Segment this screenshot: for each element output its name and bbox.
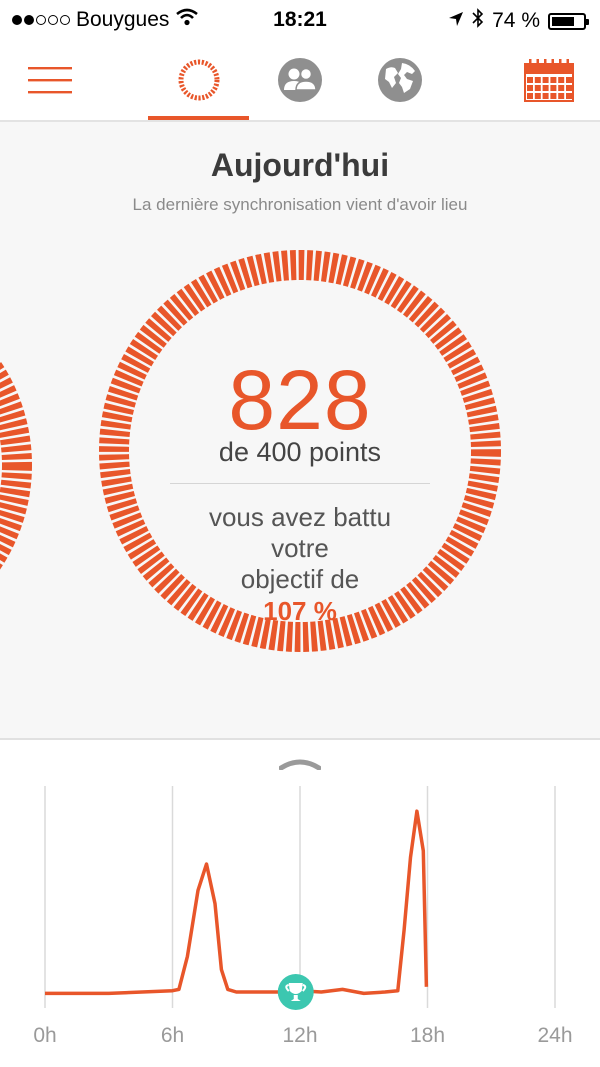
- tab-today[interactable]: [148, 40, 249, 120]
- trophy-icon[interactable]: [277, 974, 314, 1011]
- goal-beaten-line-2: votre: [271, 533, 329, 563]
- activity-ring-icon: [178, 59, 219, 101]
- x-tick-label: 0h: [33, 1024, 57, 1047]
- active-tab-indicator: [148, 116, 249, 120]
- x-tick-label: 18h: [409, 1024, 446, 1047]
- goal-percent: 107 %: [263, 596, 337, 626]
- battery-percent: 74 %: [492, 9, 540, 32]
- goal-beaten-line-3: objectif de: [240, 564, 360, 594]
- goal-beaten-line-1: vous avez battu: [208, 502, 392, 532]
- x-tick-label: 12h: [282, 1024, 318, 1047]
- tab-friends[interactable]: [262, 40, 338, 120]
- hamburger-menu-icon[interactable]: [20, 40, 80, 120]
- x-tick-label: 24h: [537, 1024, 573, 1047]
- status-right: 74 %: [448, 8, 589, 34]
- sync-status: La dernière synchronisation vient d'avoi…: [132, 195, 468, 214]
- activity-series-line: [45, 809, 429, 996]
- goal-beaten-text: vous avez battu votre objectif de: [0, 502, 600, 595]
- goal-text: de 400 points: [218, 437, 382, 467]
- points-value: 828: [228, 353, 372, 447]
- tab-world[interactable]: [362, 40, 438, 120]
- activity-line-chart: [44, 786, 556, 1011]
- page-title: Aujourd'hui: [210, 147, 390, 183]
- x-tick-label: 6h: [160, 1024, 185, 1047]
- calendar-icon[interactable]: [516, 40, 582, 120]
- status-bar: Bouygues 18:21 74 %: [0, 0, 600, 40]
- top-navigation: [0, 40, 600, 122]
- divider: [170, 483, 430, 484]
- bluetooth-icon: [472, 8, 484, 34]
- friends-icon: [278, 58, 322, 102]
- globe-icon: [378, 58, 422, 102]
- battery-icon: [548, 12, 589, 30]
- location-arrow-icon: [448, 9, 464, 33]
